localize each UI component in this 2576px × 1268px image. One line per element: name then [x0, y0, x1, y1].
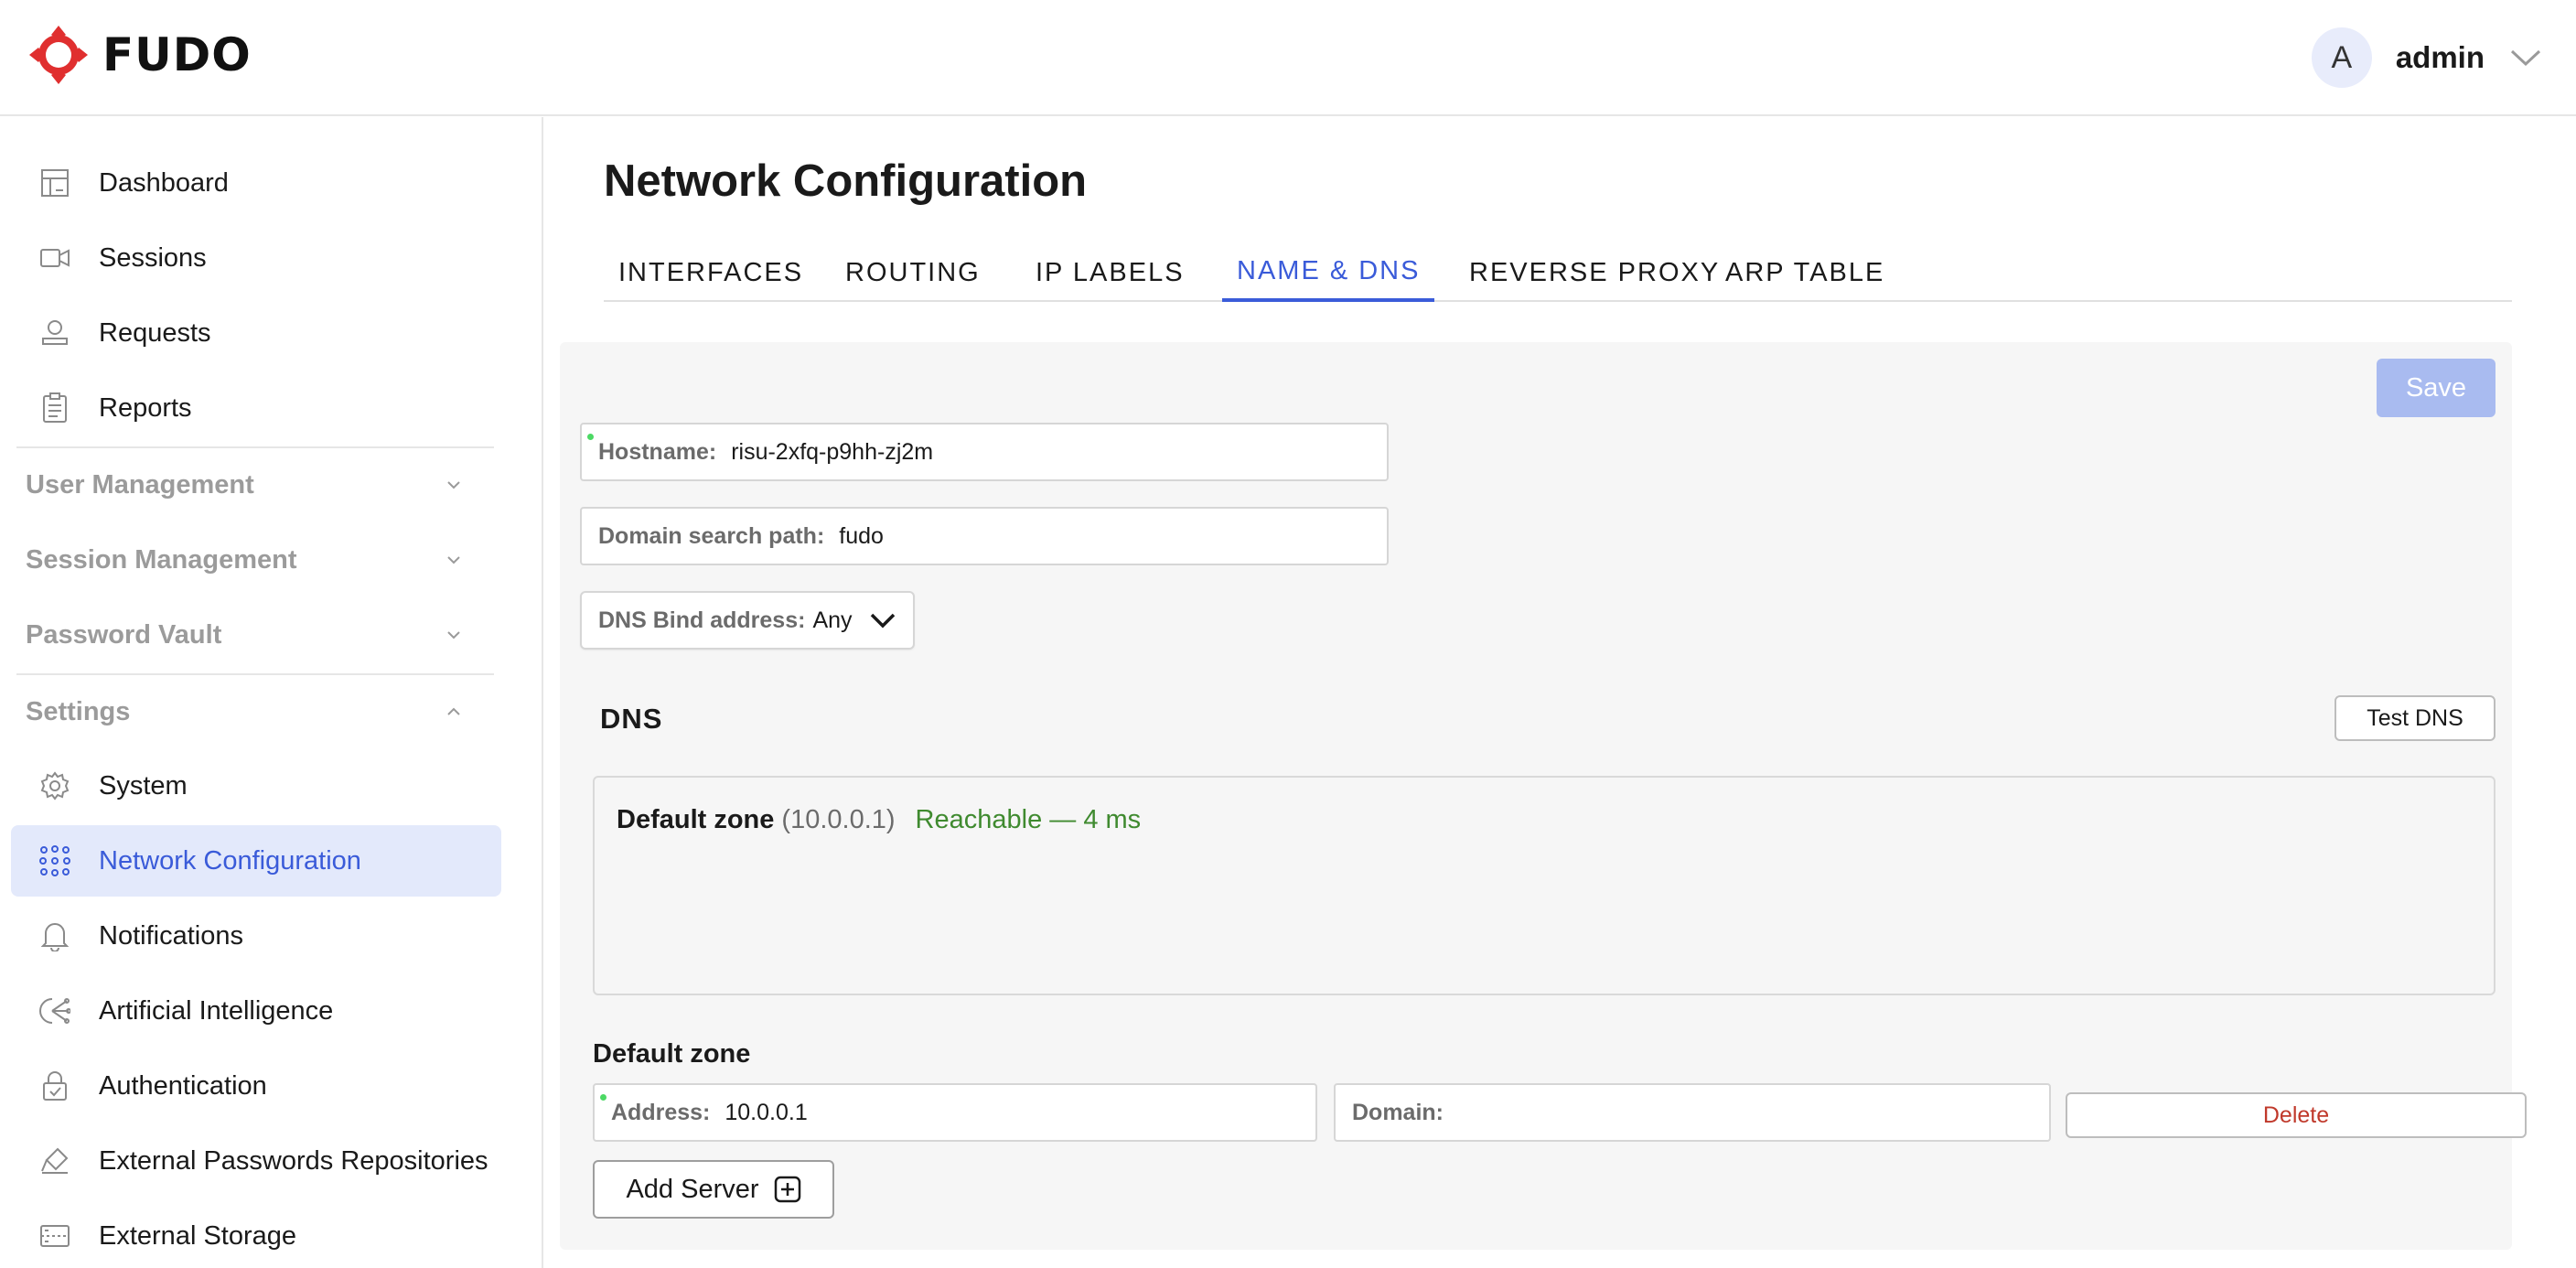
add-server-button[interactable]: Add Server — [593, 1160, 834, 1219]
video-camera-icon — [38, 242, 71, 274]
sidebar-item-label: Sessions — [99, 242, 207, 273]
tab-interfaces[interactable]: INTERFACES — [604, 243, 818, 302]
sidebar-item-label: Notifications — [99, 920, 243, 951]
user-name[interactable]: admin — [2396, 40, 2485, 75]
address-label: Address: — [611, 1099, 711, 1125]
domain-search-path-value[interactable]: fudo — [839, 523, 884, 550]
sidebar-item-reports[interactable]: Reports — [11, 372, 501, 444]
sidebar-item-sessions[interactable]: Sessions — [11, 222, 501, 294]
sidebar-item-network-configuration[interactable]: Network Configuration — [11, 825, 501, 897]
chevron-down-icon — [447, 631, 460, 639]
sidebar-item-authentication[interactable]: Authentication — [11, 1050, 501, 1122]
add-server-label: Add Server — [626, 1174, 759, 1204]
zone-ip: (10.0.0.1) — [781, 805, 896, 834]
name-dns-panel: Save Hostname: risu-2xfq-p9hh-zj2m Domai… — [560, 342, 2527, 1250]
sidebar-item-label: Reports — [99, 392, 192, 423]
bell-icon — [38, 919, 71, 952]
tab-arp-table[interactable]: ARP TABLE — [1725, 243, 1884, 302]
gear-icon — [38, 769, 71, 802]
ai-icon — [38, 994, 71, 1027]
section-label: Password Vault — [26, 619, 222, 650]
default-zone-title: Default zone — [593, 1039, 751, 1069]
section-label: Session Management — [26, 544, 297, 575]
section-user-management[interactable]: User Management — [26, 457, 465, 512]
sidebar-item-label: Artificial Intelligence — [99, 995, 334, 1026]
sidebar-item-system[interactable]: System — [11, 750, 501, 822]
sidebar-item-external-storage[interactable]: External Storage — [11, 1200, 501, 1268]
chevron-down-icon — [447, 556, 460, 564]
tab-ip-labels[interactable]: IP LABELS — [1036, 243, 1185, 302]
dns-test-result-box: Default zone (10.0.0.1) Reachable — 4 ms — [593, 776, 2496, 995]
hostname-label: Hostname: — [598, 438, 717, 465]
network-icon — [38, 844, 71, 877]
fudo-logo[interactable]: FUDO — [26, 20, 252, 90]
sidebar-item-label: External Passwords Repositories — [99, 1145, 488, 1176]
test-dns-button[interactable]: Test DNS — [2334, 695, 2496, 741]
lock-icon — [38, 1069, 71, 1102]
sidebar: Dashboard Sessions Requests Reports User… — [0, 117, 543, 1268]
section-settings[interactable]: Settings — [26, 684, 465, 739]
dns-section-title: DNS — [600, 703, 663, 735]
top-header: FUDO A admin — [0, 0, 2576, 116]
chevron-down-icon[interactable] — [2494, 39, 2558, 76]
changed-indicator — [600, 1094, 606, 1101]
section-session-management[interactable]: Session Management — [26, 532, 465, 587]
dashboard-icon — [38, 167, 71, 199]
tab-name-dns[interactable]: NAME & DNS — [1222, 243, 1435, 302]
divider — [16, 673, 494, 675]
chevron-down-icon — [870, 613, 896, 629]
hostname-field[interactable]: Hostname: risu-2xfq-p9hh-zj2m — [580, 423, 1389, 481]
user-menu[interactable]: A admin — [2311, 27, 2576, 88]
sidebar-item-label: External Storage — [99, 1220, 297, 1251]
storage-icon — [38, 1220, 71, 1252]
domain-field[interactable]: Domain: — [1334, 1083, 2051, 1142]
page-title: Network Configuration — [604, 156, 1088, 206]
sidebar-item-label: Requests — [99, 317, 211, 348]
domain-search-path-field[interactable]: Domain search path: fudo — [580, 507, 1389, 565]
dns-bind-address-label: DNS Bind address: — [598, 607, 806, 633]
chevron-up-icon — [447, 707, 460, 715]
zone-name: Default zone — [617, 805, 775, 834]
changed-indicator — [587, 434, 594, 440]
dns-bind-address-value: Any — [812, 607, 853, 633]
domain-search-path-label: Domain search path: — [598, 522, 825, 549]
brand-name: FUDO — [102, 28, 252, 81]
sidebar-item-label: Authentication — [99, 1070, 267, 1101]
address-value[interactable]: 10.0.0.1 — [724, 1100, 807, 1126]
sidebar-item-label: System — [99, 770, 188, 801]
tab-routing[interactable]: ROUTING — [845, 243, 981, 302]
section-label: User Management — [26, 469, 254, 500]
requests-icon — [38, 317, 71, 349]
zone-result-line: Default zone (10.0.0.1) Reachable — 4 ms — [617, 805, 1141, 835]
sidebar-item-artificial-intelligence[interactable]: Artificial Intelligence — [11, 975, 501, 1047]
main-content: Network Configuration INTERFACES ROUTING… — [545, 117, 2576, 1268]
chevron-down-icon — [447, 481, 460, 489]
domain-label: Domain: — [1352, 1099, 1444, 1125]
sidebar-item-label: Network Configuration — [99, 845, 361, 876]
zone-status: Reachable — 4 ms — [915, 805, 1142, 834]
address-field[interactable]: Address: 10.0.0.1 — [593, 1083, 1317, 1142]
sidebar-item-external-passwords-repositories[interactable]: External Passwords Repositories — [11, 1125, 501, 1197]
divider — [16, 446, 494, 448]
sidebar-item-notifications[interactable]: Notifications — [11, 900, 501, 972]
section-label: Settings — [26, 696, 131, 726]
sidebar-item-requests[interactable]: Requests — [11, 297, 501, 369]
dns-bind-address-select[interactable]: DNS Bind address: Any — [580, 591, 915, 650]
save-button[interactable]: Save — [2377, 359, 2496, 417]
hostname-value[interactable]: risu-2xfq-p9hh-zj2m — [731, 439, 933, 466]
fudo-logo-icon — [29, 26, 88, 84]
section-password-vault[interactable]: Password Vault — [26, 607, 465, 662]
key-icon — [38, 1144, 71, 1177]
clipboard-icon — [38, 392, 71, 424]
plus-square-icon — [774, 1176, 800, 1203]
tab-bar: INTERFACES ROUTING IP LABELS NAME & DNS … — [604, 243, 2512, 302]
sidebar-item-label: Dashboard — [99, 167, 229, 198]
tab-reverse-proxy[interactable]: REVERSE PROXY — [1469, 243, 1720, 302]
avatar[interactable]: A — [2311, 27, 2372, 88]
delete-server-button[interactable]: Delete — [2066, 1092, 2527, 1138]
sidebar-item-dashboard[interactable]: Dashboard — [11, 147, 501, 219]
